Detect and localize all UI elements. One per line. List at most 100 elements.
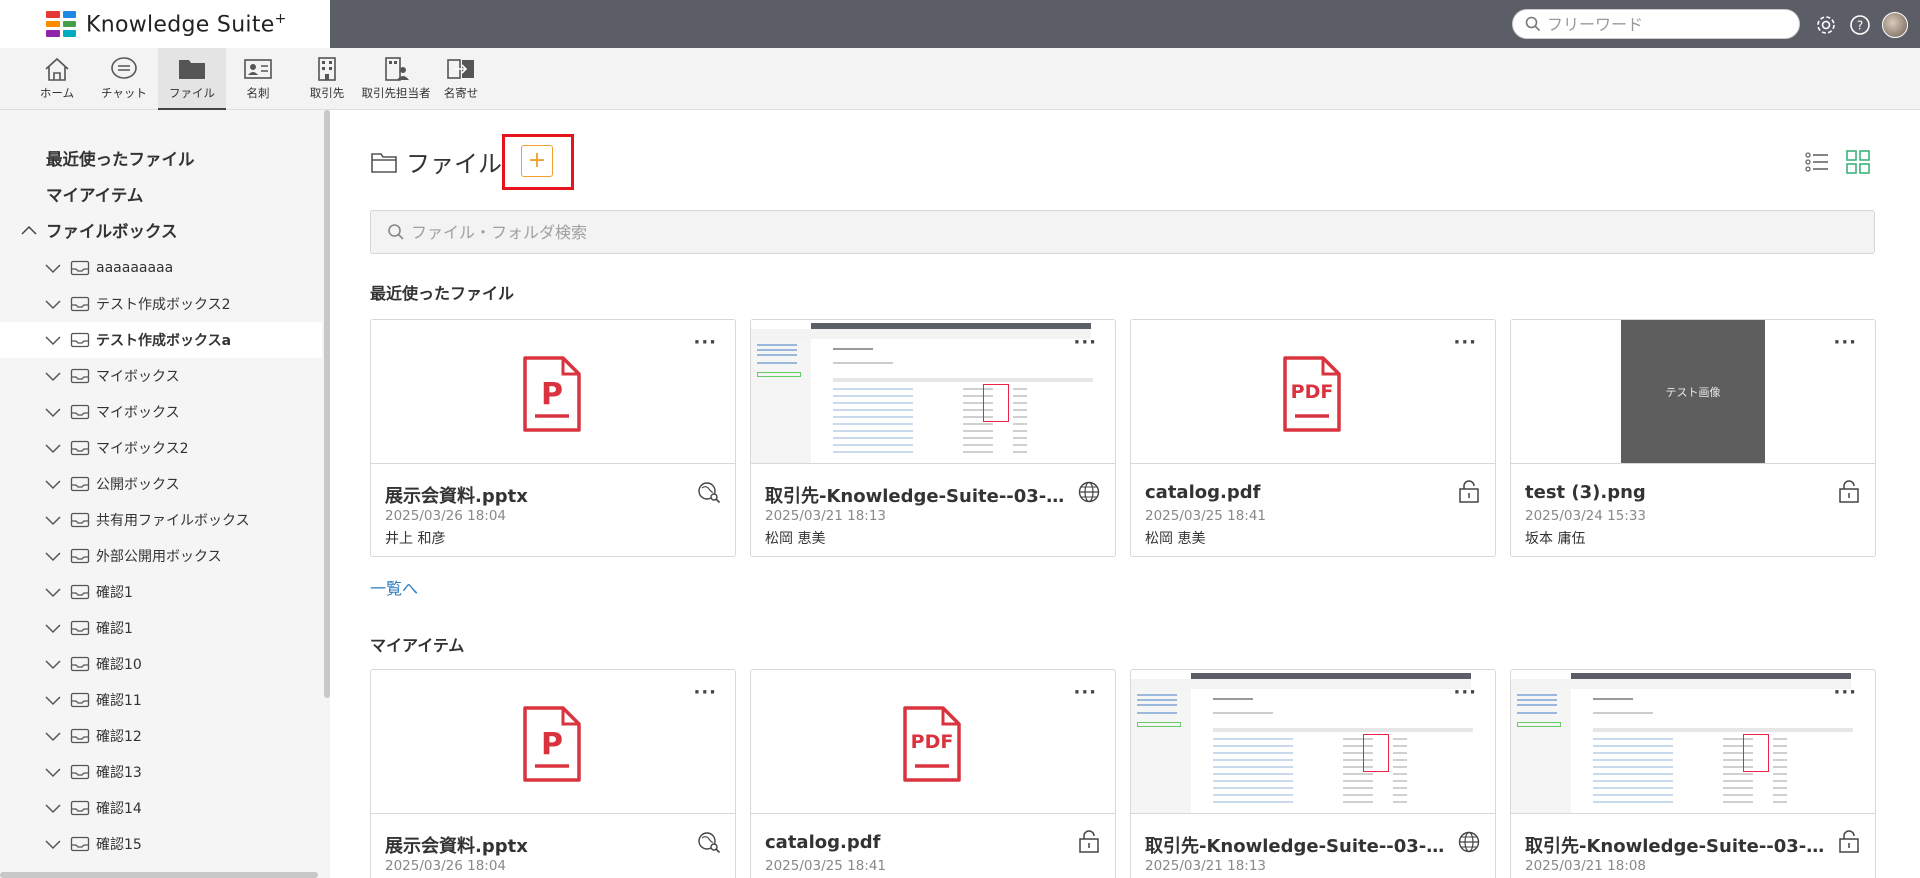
more-options-icon[interactable]: ··· <box>1833 682 1857 703</box>
permission-badge <box>1457 480 1481 508</box>
sidebar-box-item[interactable]: 確認11 <box>0 682 322 718</box>
sidebar-box-item[interactable]: 公開ボックス <box>0 466 322 502</box>
sidebar-horizontal-scrollbar[interactable] <box>0 872 318 878</box>
more-options-icon[interactable]: ··· <box>1073 682 1097 703</box>
sidebar-box-item[interactable]: 確認10 <box>0 646 322 682</box>
file-name: catalog.pdf <box>765 832 881 853</box>
inbox-icon <box>70 692 90 708</box>
file-thumbnail: テスト画像 <box>1511 320 1875 464</box>
nav-chat[interactable]: チャット <box>100 48 148 110</box>
sidebar-box-item[interactable]: テスト作成ボックスa <box>0 322 322 358</box>
sidebar-box-item[interactable]: 確認1 <box>0 574 322 610</box>
file-owner: 松岡 恵美 <box>765 531 826 547</box>
sidebar-box-label: 確認15 <box>96 837 142 853</box>
file-date: 2025/03/26 18:04 <box>385 508 507 524</box>
sidebar-box-item[interactable]: テスト作成ボックス2 <box>0 286 322 322</box>
sidebar-box-item[interactable]: 確認1 <box>0 610 322 646</box>
chevron-down-icon <box>45 372 61 382</box>
folder-icon <box>179 60 205 79</box>
chevron-up-icon <box>21 225 37 235</box>
app-logo[interactable]: Knowledge Suite+ <box>0 0 330 48</box>
sidebar-box-label: 確認13 <box>96 765 142 781</box>
main-content: ファイル + 最近使ったファイル P···展示会資料.pptx2025/03/2… <box>330 110 1920 878</box>
nav-home[interactable]: ホーム <box>36 48 78 110</box>
more-options-icon[interactable]: ··· <box>1833 332 1857 353</box>
inbox-icon <box>70 584 90 600</box>
help-icon[interactable]: ? <box>1848 13 1872 37</box>
sidebar-box-label: マイボックス2 <box>96 441 189 457</box>
file-card[interactable]: PDF ··· catalog.pdf 2025/03/25 18:41 <box>750 669 1116 878</box>
file-date: 2025/03/25 18:41 <box>765 858 887 874</box>
inbox-icon <box>70 440 90 456</box>
search-icon <box>388 224 404 240</box>
global-search[interactable] <box>1512 9 1800 39</box>
lock-icon <box>1839 830 1859 853</box>
app-name: Knowledge Suite+ <box>86 10 287 38</box>
sidebar-filebox[interactable]: ファイルボックス <box>20 218 178 242</box>
file-search[interactable] <box>370 210 1875 254</box>
file-date: 2025/03/26 18:04 <box>385 858 507 874</box>
file-name: 展示会資料.pptx <box>385 836 528 857</box>
sidebar-box-label: 確認10 <box>96 657 142 673</box>
sidebar-box-item[interactable]: マイボックス2 <box>0 430 322 466</box>
globe-icon <box>1078 481 1100 503</box>
gear-icon[interactable] <box>1814 13 1838 37</box>
global-search-input[interactable] <box>1547 14 1777 34</box>
sidebar-box-item[interactable]: マイボックス <box>0 394 322 430</box>
view-all-link[interactable]: 一覧へ <box>370 575 418 599</box>
add-file-button[interactable]: + <box>521 145 553 177</box>
file-card[interactable]: PDF ··· catalog.pdf 2025/03/25 18:41 松岡 恵美 <box>1130 319 1496 557</box>
inbox-icon <box>70 836 90 852</box>
file-card[interactable]: P ··· 展示会資料.pptx 2025/03/26 18:04 <box>370 669 736 878</box>
sidebar-box-item[interactable]: マイボックス <box>0 358 322 394</box>
sidebar-box-label: 公開ボックス <box>96 477 180 493</box>
file-card[interactable]: ··· 取引先-Knowledge-Suite--03-21... 2025/03/… <box>1510 669 1876 878</box>
file-card[interactable]: ··· 取引先-Knowledge-Suite--03-21... 2025/03/… <box>750 319 1116 557</box>
file-owner: 松岡 恵美 <box>1145 531 1206 547</box>
contact-building-icon <box>385 57 409 81</box>
lock-icon <box>1079 830 1099 853</box>
more-options-icon[interactable]: ··· <box>1453 332 1477 353</box>
file-owner: 井上 和彦 <box>385 531 446 547</box>
nav-business-cards[interactable]: 名刺 <box>240 48 276 110</box>
file-thumbnail <box>751 320 1115 464</box>
sidebar-box-label: テスト作成ボックスa <box>96 333 232 349</box>
file-date: 2025/03/21 18:08 <box>1525 858 1647 874</box>
sidebar-my-items[interactable]: マイアイテム <box>46 182 143 206</box>
file-card[interactable]: テスト画像 ··· test (3).png 2025/03/24 15:33 坂本 庸… <box>1510 319 1876 557</box>
sidebar-box-item[interactable]: 確認15 <box>0 826 322 862</box>
grid-view-icon[interactable] <box>1846 150 1870 178</box>
sidebar-box-item[interactable]: 外部公開用ボックス <box>0 538 322 574</box>
nav-label: 名刺 <box>246 86 270 100</box>
sidebar-box-item[interactable]: 確認13 <box>0 754 322 790</box>
sidebar-box-item[interactable]: 確認12 <box>0 718 322 754</box>
avatar[interactable] <box>1882 12 1908 38</box>
sidebar-box-item[interactable]: 共有用ファイルボックス <box>0 502 322 538</box>
building-icon <box>318 57 336 81</box>
list-view-icon[interactable] <box>1804 150 1830 178</box>
doc-type-label: P <box>541 377 563 412</box>
search-icon <box>1525 16 1541 32</box>
chevron-down-icon <box>45 336 61 346</box>
file-search-input[interactable] <box>411 222 1811 242</box>
pdf-file-icon: PDF <box>1283 356 1341 432</box>
more-options-icon[interactable]: ··· <box>693 332 717 353</box>
sidebar-box-item[interactable]: 確認14 <box>0 790 322 826</box>
permission-badge <box>697 480 721 508</box>
sidebar-box-item[interactable]: aaaaaaaaa <box>0 250 322 286</box>
nav-clients[interactable]: 取引先 <box>305 48 349 110</box>
nav-files[interactable]: ファイル <box>158 48 226 110</box>
nav-merge[interactable]: 名寄せ <box>440 48 482 110</box>
more-options-icon[interactable]: ··· <box>1453 682 1477 703</box>
file-card[interactable]: ··· 取引先-Knowledge-Suite--03-21... 2025/03/… <box>1130 669 1496 878</box>
nav-client-contacts[interactable]: 取引先担当者 <box>360 48 432 110</box>
more-options-icon[interactable]: ··· <box>693 682 717 703</box>
inbox-icon <box>70 404 90 420</box>
svg-text:?: ? <box>1857 19 1863 33</box>
sidebar-recent-files[interactable]: 最近使ったファイル <box>46 146 195 170</box>
file-date: 2025/03/25 18:41 <box>1145 508 1267 524</box>
file-card[interactable]: P ··· 展示会資料.pptx 2025/03/26 18:04 井上 和彦 <box>370 319 736 557</box>
more-options-icon[interactable]: ··· <box>1073 332 1097 353</box>
chevron-down-icon <box>45 588 61 598</box>
file-date: 2025/03/21 18:13 <box>1145 858 1267 874</box>
